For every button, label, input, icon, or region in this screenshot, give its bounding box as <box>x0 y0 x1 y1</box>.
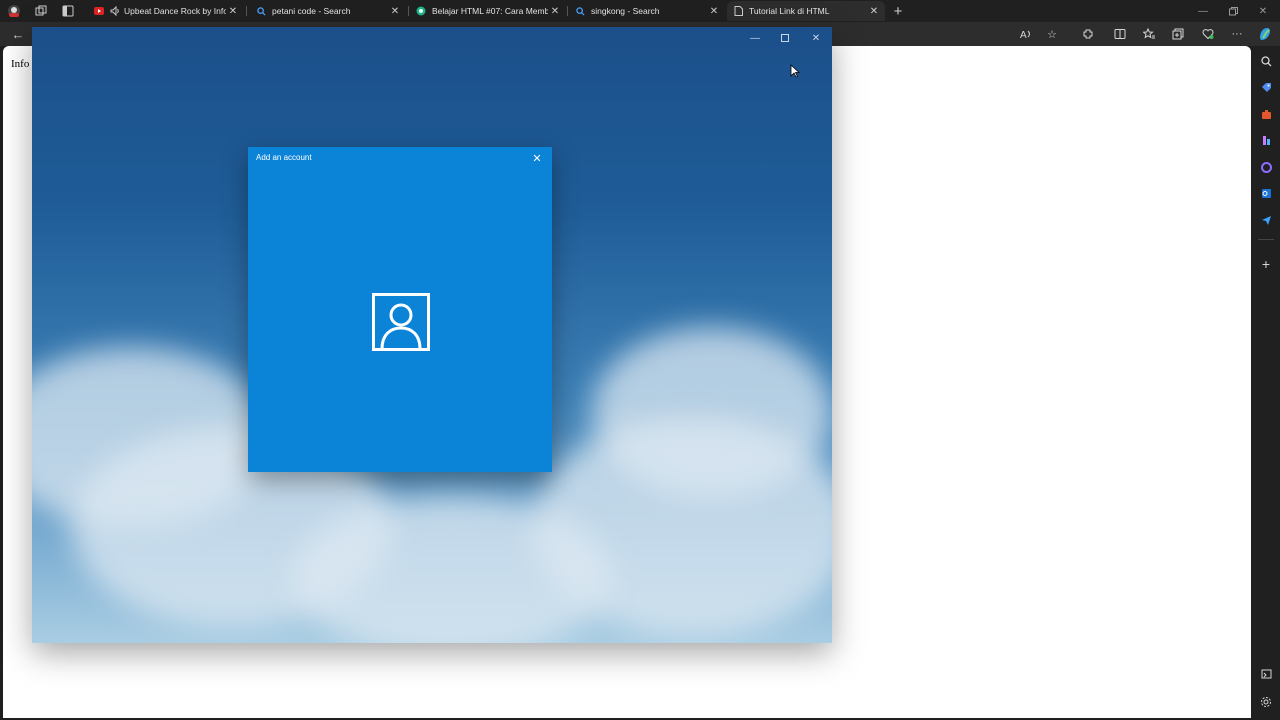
add-sidebar-app-button[interactable]: + <box>1256 254 1276 274</box>
back-icon[interactable]: ← <box>8 25 28 43</box>
window-close-button[interactable]: ✕ <box>801 29 831 47</box>
tab-petani-code[interactable]: petani code - Search ✕ <box>250 1 406 21</box>
tab-belajar-html[interactable]: Belajar HTML #07: Cara Membuat ✕ <box>410 1 566 21</box>
close-tab-icon[interactable]: ✕ <box>707 6 721 17</box>
tab-youtube[interactable]: Upbeat Dance Rock by Info ✕ <box>88 1 244 21</box>
workspaces-icon[interactable] <box>31 2 51 20</box>
tab-title: Belajar HTML #07: Cara Membuat <box>432 6 548 16</box>
profile-icon[interactable] <box>4 2 24 20</box>
dialog-title: Add an account <box>256 153 312 162</box>
close-tab-icon[interactable]: ✕ <box>867 6 881 17</box>
page-icon <box>733 6 743 16</box>
settings-gear-icon[interactable] <box>1256 692 1276 712</box>
browser-restore-button[interactable] <box>1218 2 1248 20</box>
svg-text:A: A <box>1020 30 1027 40</box>
tab-actions-icon[interactable] <box>58 2 78 20</box>
browser-minimize-button[interactable]: — <box>1188 2 1218 20</box>
user-account-icon <box>372 293 430 351</box>
tab-divider <box>246 6 247 16</box>
close-tab-icon[interactable]: ✕ <box>226 6 240 17</box>
site-icon <box>416 6 426 16</box>
copilot-icon[interactable] <box>1255 25 1275 43</box>
close-tab-icon[interactable]: ✕ <box>548 6 562 17</box>
search-icon <box>256 6 266 16</box>
search-icon <box>575 6 585 16</box>
add-account-window: — ✕ Add an account ✕ <box>32 27 832 643</box>
tab-title: Tutorial Link di HTML <box>749 6 830 16</box>
favorite-star-icon[interactable]: ☆ <box>1042 25 1062 43</box>
add-account-dialog: Add an account ✕ <box>248 147 552 472</box>
close-icon[interactable]: ✕ <box>530 151 544 165</box>
hide-sidebar-icon[interactable] <box>1256 664 1276 684</box>
microsoft-365-icon[interactable] <box>1256 157 1276 177</box>
new-tab-button[interactable]: + <box>888 2 908 20</box>
tools-icon[interactable] <box>1256 104 1276 124</box>
tab-strip: Upbeat Dance Rock by Info ✕ petani code … <box>0 0 1280 22</box>
favorites-icon[interactable] <box>1139 25 1159 43</box>
collections-icon[interactable] <box>1168 25 1188 43</box>
search-icon[interactable] <box>1256 51 1276 71</box>
close-tab-icon[interactable]: ✕ <box>388 6 402 17</box>
cloud-decoration <box>292 497 612 643</box>
tab-singkong[interactable]: singkong - Search ✕ <box>569 1 725 21</box>
games-icon[interactable] <box>1256 130 1276 150</box>
tab-title: singkong - Search <box>591 6 660 16</box>
drop-icon[interactable] <box>1256 210 1276 230</box>
window-minimize-button[interactable]: — <box>740 29 770 47</box>
more-options-icon[interactable]: ··· <box>1227 25 1247 43</box>
outlook-icon[interactable] <box>1256 183 1276 203</box>
youtube-icon <box>94 6 104 16</box>
tab-tutorial-link[interactable]: Tutorial Link di HTML ✕ <box>727 1 885 21</box>
tab-divider <box>408 6 409 16</box>
browser-close-button[interactable]: ✕ <box>1248 2 1278 20</box>
mouse-cursor-icon <box>790 64 801 78</box>
window-maximize-button[interactable] <box>770 29 800 47</box>
tab-title: petani code - Search <box>272 6 351 16</box>
extensions-icon[interactable] <box>1078 25 1098 43</box>
tab-title: Upbeat Dance Rock by Info <box>124 6 226 16</box>
sidebar-divider <box>1258 239 1274 240</box>
shopping-icon[interactable] <box>1256 77 1276 97</box>
browser-sidebar: + <box>1252 46 1280 720</box>
browser-essentials-icon[interactable] <box>1198 25 1218 43</box>
split-screen-icon[interactable] <box>1110 25 1130 43</box>
tab-divider <box>567 6 568 16</box>
read-aloud-icon[interactable]: A <box>1016 25 1036 43</box>
speaker-icon[interactable] <box>110 6 120 16</box>
